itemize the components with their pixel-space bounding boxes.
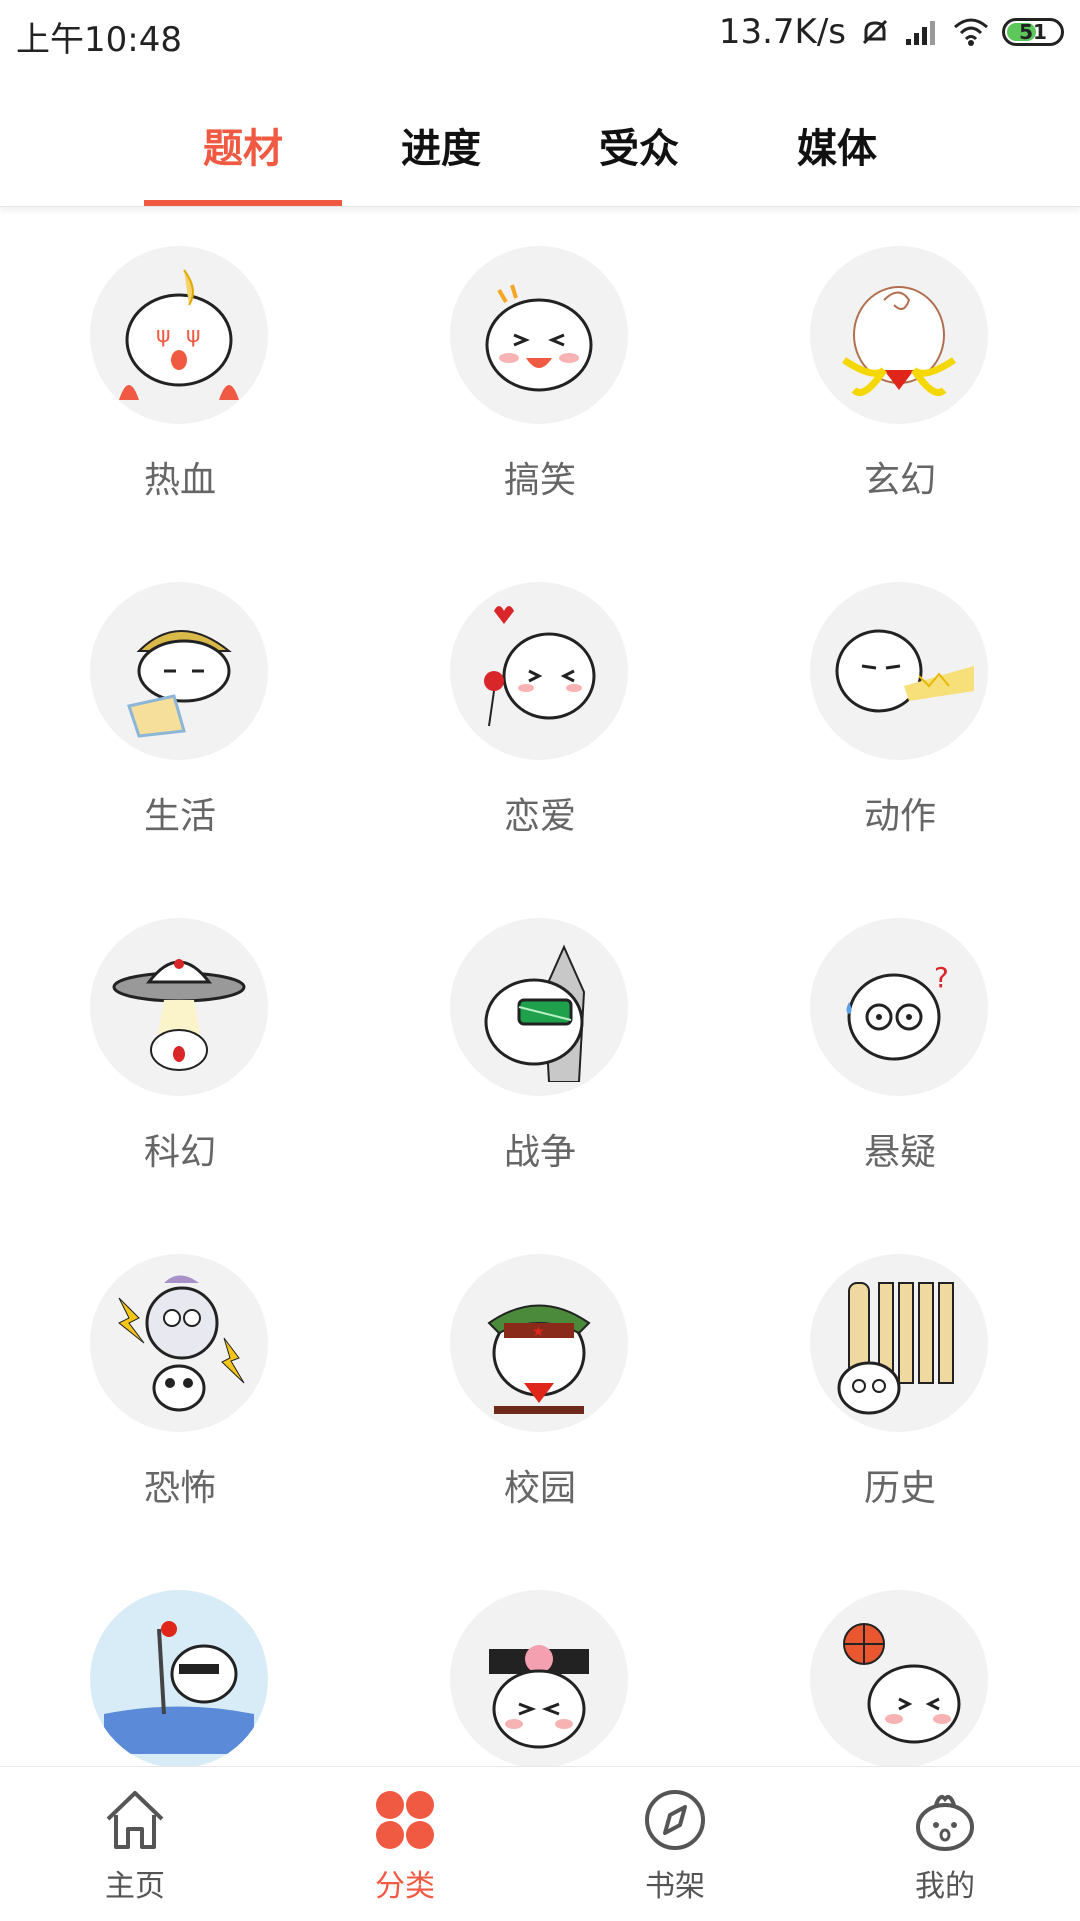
category-label: 热血	[143, 460, 216, 501]
nav-bookshelf[interactable]: 书架	[540, 1767, 810, 1921]
home-icon	[106, 1791, 164, 1849]
mystery-icon: ?	[810, 918, 988, 1096]
category-label: 玄幻	[863, 460, 936, 501]
tab-progress[interactable]: 进度	[342, 100, 540, 206]
category-item[interactable]: 生活	[0, 542, 360, 878]
category-item[interactable]: 科幻	[0, 878, 360, 1214]
battery-icon: 51	[1002, 18, 1064, 46]
scifi-icon	[90, 918, 268, 1096]
category-label: 搞笑	[503, 460, 576, 501]
category-item[interactable]	[720, 1550, 1080, 1766]
nav-label: 我的	[915, 1869, 975, 1904]
action-icon	[810, 582, 988, 760]
fantasy-icon	[810, 246, 988, 424]
category-item[interactable]: 战争	[360, 878, 720, 1214]
history-icon	[810, 1254, 988, 1432]
war-icon	[450, 918, 628, 1096]
category-item[interactable]: ψ ψ 热血	[0, 206, 360, 542]
status-bar: 上午10:48 13.7K/s 51	[0, 0, 1080, 68]
category-item[interactable]: 搞笑	[360, 206, 720, 542]
partial-icon-1	[90, 1590, 268, 1766]
category-item[interactable]: 历史	[720, 1214, 1080, 1550]
signal-icon	[904, 17, 940, 47]
svg-text:ψ: ψ	[156, 323, 171, 348]
category-item[interactable]: ? 悬疑	[720, 878, 1080, 1214]
profile-icon	[916, 1795, 974, 1851]
category-item[interactable]: ★ 校园	[360, 1214, 720, 1550]
category-item[interactable]: 恋爱	[360, 542, 720, 878]
category-item[interactable]: 动作	[720, 542, 1080, 878]
category-item[interactable]	[360, 1550, 720, 1766]
svg-text:ψ: ψ	[186, 323, 201, 348]
tab-label: 进度	[401, 126, 481, 172]
tab-label: 题材	[203, 126, 283, 172]
category-item[interactable]: 恐怖	[0, 1214, 360, 1550]
nav-label: 书架	[645, 1869, 705, 1904]
category-label: 生活	[143, 796, 216, 837]
category-label: 战争	[503, 1132, 576, 1173]
svg-text:★: ★	[532, 1324, 545, 1340]
campus-icon: ★	[450, 1254, 628, 1432]
status-right: 13.7K/s 51	[719, 12, 1064, 52]
funny-icon	[450, 246, 628, 424]
tab-audience[interactable]: 受众	[540, 100, 738, 206]
svg-text:?: ?	[934, 961, 949, 994]
compass-icon	[645, 1790, 705, 1850]
status-time: 上午10:48	[16, 20, 182, 60]
tab-label: 受众	[599, 126, 679, 172]
category-label: 恐怖	[143, 1468, 216, 1509]
category-grid: ψ ψ 热血 搞笑 玄幻 生活 恋爱 动作 科幻 战争 ? 悬疑 恐怖 ★ 校园…	[0, 206, 1080, 1766]
tab-label: 媒体	[797, 126, 877, 172]
romance-icon	[450, 582, 628, 760]
net-speed: 13.7K/s	[718, 12, 846, 52]
wifi-icon	[952, 17, 990, 47]
partial-icon-2	[450, 1590, 628, 1766]
category-icon	[376, 1791, 434, 1849]
nav-profile[interactable]: 我的	[810, 1767, 1080, 1921]
category-label: 历史	[863, 1468, 936, 1509]
nav-category[interactable]: 分类	[270, 1767, 540, 1921]
category-label: 科幻	[143, 1132, 216, 1173]
category-label: 恋爱	[503, 796, 576, 837]
tab-media[interactable]: 媒体	[738, 100, 936, 206]
category-label: 校园	[503, 1468, 576, 1509]
nav-label: 主页	[105, 1869, 165, 1904]
category-label: 动作	[863, 796, 936, 837]
partial-icon-3	[810, 1590, 988, 1766]
category-label: 悬疑	[863, 1132, 936, 1173]
battery-level: 51	[1019, 20, 1047, 44]
life-icon	[90, 582, 268, 760]
mute-icon	[858, 15, 892, 49]
horror-icon	[90, 1254, 268, 1432]
nav-home[interactable]: 主页	[0, 1767, 270, 1921]
nav-label: 分类	[375, 1869, 435, 1904]
tab-theme[interactable]: 题材	[144, 100, 342, 206]
category-item[interactable]	[0, 1550, 360, 1766]
top-tabs: 题材 进度 受众 媒体	[0, 100, 1080, 207]
bottom-nav: 主页 分类 书架 我的	[0, 1766, 1080, 1921]
category-item[interactable]: 玄幻	[720, 206, 1080, 542]
hot-blood-icon: ψ ψ	[90, 246, 268, 424]
